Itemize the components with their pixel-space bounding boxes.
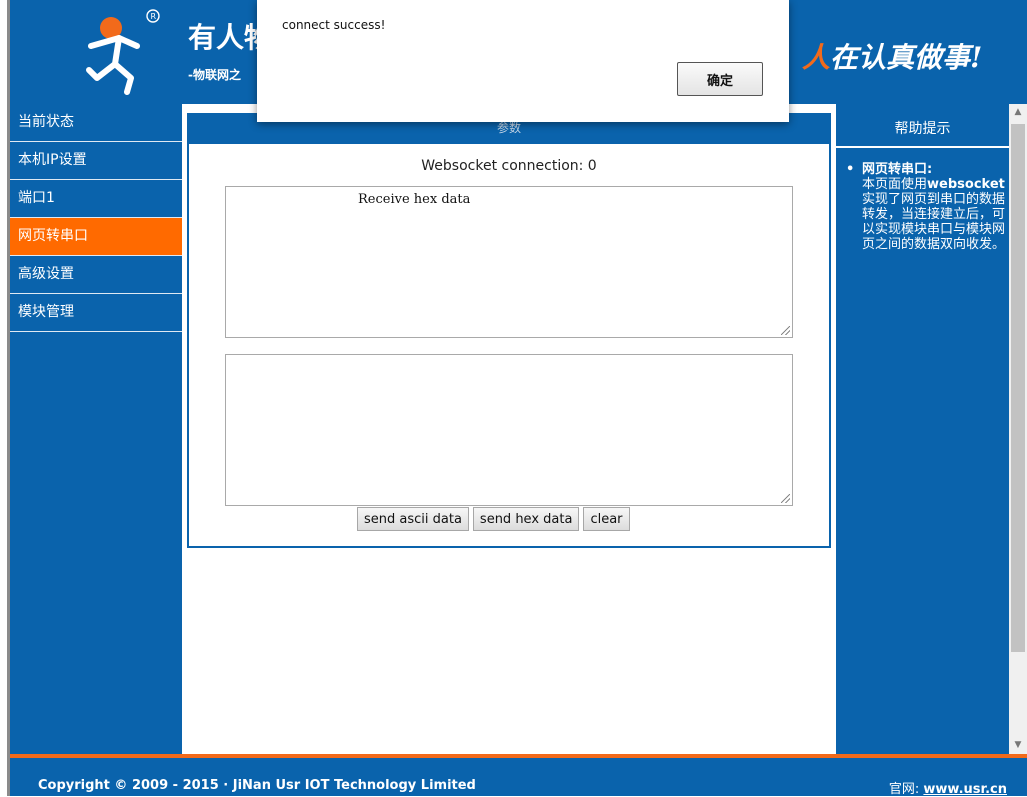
copyright-text: Copyright © 2009 - 2015 · JiNan Usr IOT … <box>38 778 476 793</box>
dialog-ok-button[interactable]: 确定 <box>677 62 763 96</box>
receive-text: Receive hex data <box>358 192 471 207</box>
slogan-highlight: 人 <box>802 41 831 74</box>
sidebar-item-advanced-settings[interactable]: 高级设置 <box>10 256 182 294</box>
alert-dialog: connect success! 确定 <box>257 0 789 122</box>
dialog-message: connect success! <box>282 18 386 32</box>
help-item-title: 网页转串口: <box>862 162 933 177</box>
help-title: 帮助提示 <box>836 113 1009 148</box>
scrollbar-thumb[interactable] <box>1011 124 1025 652</box>
svg-text:R: R <box>151 12 157 21</box>
sidebar-item-current-status[interactable]: 当前状态 <box>10 104 182 142</box>
page-scrollbar[interactable]: ▲ ▼ <box>1009 104 1027 754</box>
slogan: 人在认真做事! <box>802 36 982 76</box>
clear-button[interactable]: clear <box>583 507 630 531</box>
sidebar-item-web-to-serial[interactable]: 网页转串口 <box>10 218 182 256</box>
main-content: 参数 Websocket connection: 0 Receive hex d… <box>182 104 836 754</box>
help-body-post: 实现了网页到串口的数据转发，当连接建立后，可以实现模块串口与模块网页之间的数据双… <box>862 192 1006 252</box>
sidebar-item-module-management[interactable]: 模块管理 <box>10 294 182 332</box>
site-label: 官网: <box>888 782 920 797</box>
scroll-down-arrow-icon[interactable]: ▼ <box>1009 737 1027 754</box>
help-body-keyword: websocket <box>927 177 1005 192</box>
resize-grip-icon[interactable] <box>781 494 790 503</box>
receive-textarea[interactable]: Receive hex data <box>225 186 793 338</box>
button-row: send ascii data send hex data clear <box>357 507 630 531</box>
page-footer: Copyright © 2009 - 2015 · JiNan Usr IOT … <box>10 758 1027 797</box>
websocket-status: Websocket connection: 0 <box>421 158 597 174</box>
send-textarea[interactable] <box>225 354 793 506</box>
params-panel: Websocket connection: 0 Receive hex data… <box>187 144 831 548</box>
resize-grip-icon[interactable] <box>781 326 790 335</box>
help-bullet: • <box>846 162 855 177</box>
company-subtitle: -物联网之 <box>188 68 241 82</box>
sidebar-item-port1[interactable]: 端口1 <box>10 180 182 218</box>
slogan-text: 在认真做事! <box>830 41 983 74</box>
help-panel: 帮助提示 • 网页转串口: 本页面使用websocket实现了网页到串口的数据转… <box>836 104 1009 754</box>
site-link[interactable]: www.usr.cn <box>923 782 1007 797</box>
help-body-pre: 本页面使用 <box>862 177 928 192</box>
help-item-body: 本页面使用websocket实现了网页到串口的数据转发，当连接建立后，可以实现模… <box>862 177 1006 252</box>
official-site: 官网: www.usr.cn <box>889 778 1007 797</box>
sidebar-item-ip-settings[interactable]: 本机IP设置 <box>10 142 182 180</box>
send-hex-button[interactable]: send hex data <box>472 507 580 531</box>
sidebar-nav: 当前状态 本机IP设置 端口1 网页转串口 高级设置 模块管理 <box>10 104 182 754</box>
scroll-up-arrow-icon[interactable]: ▲ <box>1009 104 1027 121</box>
walking-person-logo-icon: R <box>86 9 160 95</box>
send-ascii-button[interactable]: send ascii data <box>357 507 469 531</box>
